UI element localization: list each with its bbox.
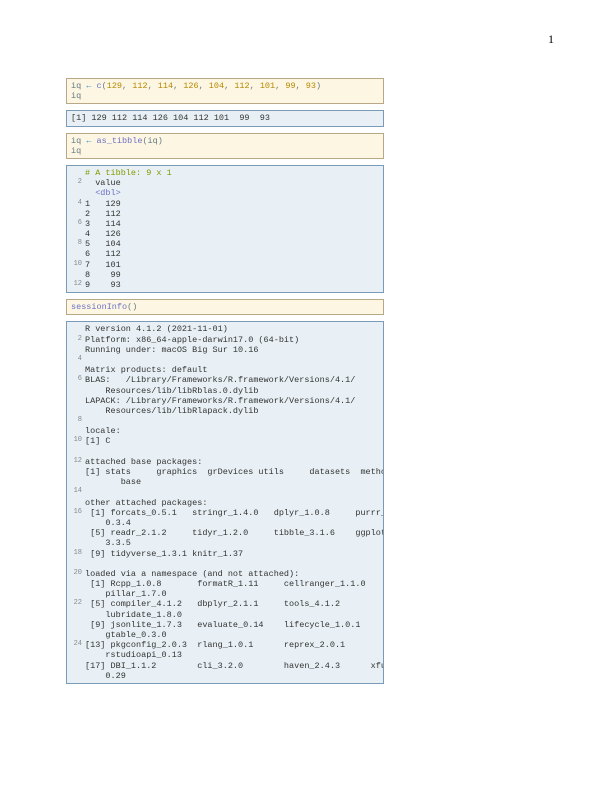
code-input-1: iq ← c(129, 112, 114, 126, 104, 112, 101… (66, 78, 384, 104)
code-input-3: sessionInfo() (66, 299, 384, 315)
code-output-1: [1] 129 112 114 126 104 112 101 99 93 (66, 110, 384, 126)
code-output-2: # A tibble: 9 x 1 2 value <dbl> 41 129 2… (66, 165, 384, 293)
page-number: 1 (548, 32, 554, 47)
code-output-3: R version 4.1.2 (2021-11-01) 2Platform: … (66, 321, 384, 684)
code-input-2: iq ← as_tibble(iq) iq (66, 133, 384, 159)
document-content: iq ← c(129, 112, 114, 126, 104, 112, 101… (66, 78, 384, 690)
